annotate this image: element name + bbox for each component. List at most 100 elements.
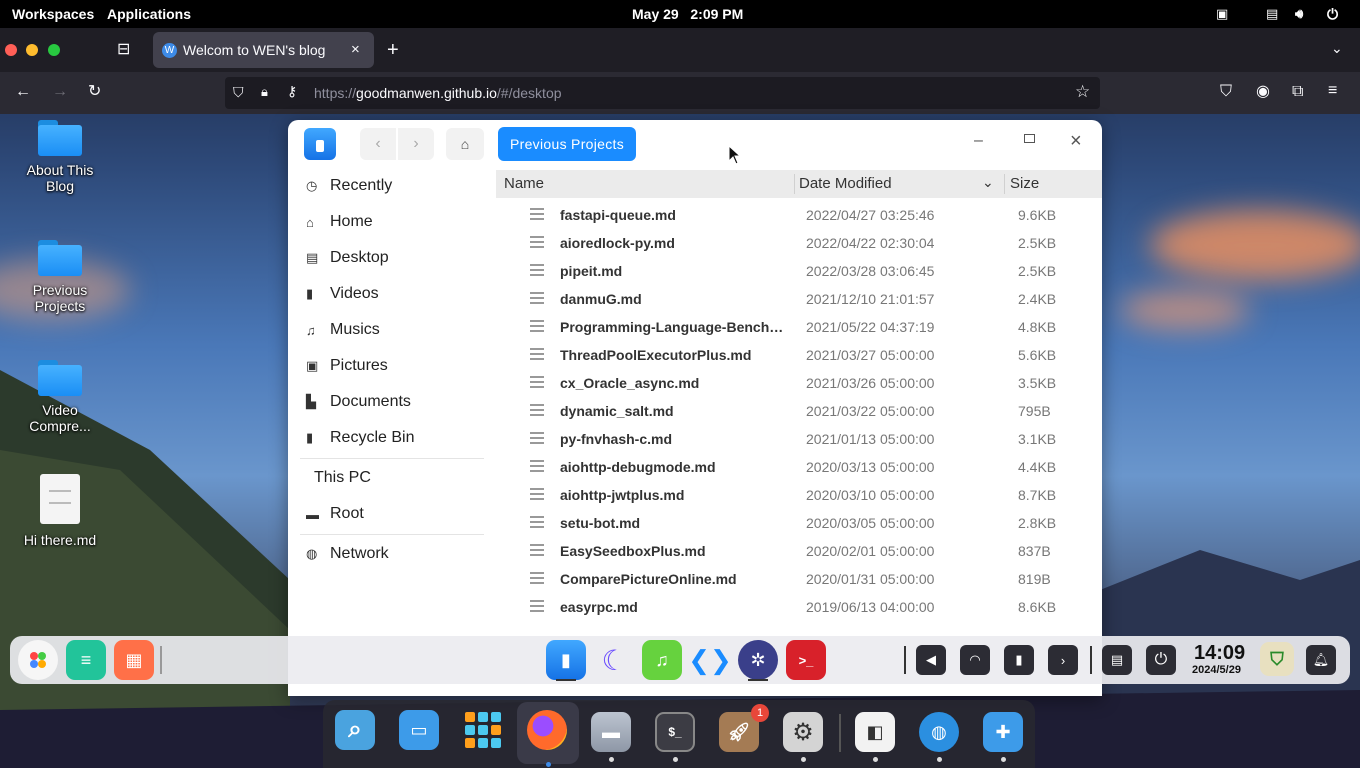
- applications-menu[interactable]: Applications: [107, 6, 191, 22]
- close-window-button[interactable]: [5, 44, 17, 56]
- column-name[interactable]: Name: [504, 175, 544, 192]
- menu-icon[interactable]: ≡: [1328, 83, 1337, 99]
- search-app-icon[interactable]: ⌕: [335, 710, 375, 750]
- file-row[interactable]: aioredlock-py.md 2022/04/22 02:30:04 2.5KB: [496, 228, 1102, 256]
- volume-icon[interactable]: 🔊︎: [1295, 6, 1303, 22]
- arc-app-icon[interactable]: ☾: [594, 640, 634, 680]
- notifications-icon[interactable]: 🔔︎: [1306, 645, 1336, 675]
- file-row[interactable]: py-fnvhash-c.md 2021/01/13 05:00:00 3.1KB: [496, 424, 1102, 452]
- pocket-icon[interactable]: ⛉: [1220, 84, 1232, 100]
- file-row[interactable]: Programming-Language-Benchm... 2021/05/22…: [496, 312, 1102, 340]
- sidebar-item-home[interactable]: ⌂ Home: [306, 210, 373, 234]
- permissions-icon[interactable]: ⚷: [287, 83, 297, 100]
- sidebar-item-musics[interactable]: ♫ Musics: [306, 318, 380, 342]
- terminal-dock-icon[interactable]: $_: [655, 712, 695, 752]
- column-date-modified[interactable]: Date Modified: [799, 175, 892, 192]
- desktop-icon-video[interactable]: Video Compre...: [15, 360, 105, 434]
- sidebar-app-icon[interactable]: ◧: [855, 712, 895, 752]
- file-manager-app-icon[interactable]: ▮: [546, 640, 586, 680]
- close-icon[interactable]: ×: [1070, 131, 1082, 151]
- file-row[interactable]: aiohttp-jwtplus.md 2020/03/10 05:00:00 8.7…: [496, 480, 1102, 508]
- file-row[interactable]: ThreadPoolExecutorPlus.md 2021/03/27 05:0…: [496, 340, 1102, 368]
- workspaces-menu[interactable]: Workspaces: [12, 6, 94, 22]
- firefox-dock-item[interactable]: [517, 702, 579, 764]
- sidebar-item-pictures[interactable]: ▣ Pictures: [306, 354, 388, 378]
- browser-tab[interactable]: W Welcom to WEN's blog ×: [153, 32, 374, 68]
- column-size[interactable]: Size: [1010, 175, 1039, 192]
- clock[interactable]: May 29 2:09 PM: [632, 6, 743, 22]
- account-icon[interactable]: ◉: [1256, 84, 1270, 100]
- file-row[interactable]: aiohttp-debugmode.md 2020/03/13 05:00:00 4…: [496, 452, 1102, 480]
- shield-icon[interactable]: ⛉: [233, 84, 244, 101]
- security-app-icon[interactable]: ⛉: [1260, 642, 1294, 676]
- file-row[interactable]: setu-bot.md 2020/03/05 05:00:00 2.8KB: [496, 508, 1102, 536]
- launcher-icon[interactable]: [18, 640, 58, 680]
- close-tab-icon[interactable]: ×: [351, 41, 360, 58]
- maximize-icon[interactable]: [1024, 134, 1035, 143]
- file-row[interactable]: cx_Oracle_async.md 2021/03/26 05:00:00 3.5…: [496, 368, 1102, 396]
- wifi-icon[interactable]: ◠: [960, 645, 990, 675]
- desktop-icon-about[interactable]: About This Blog: [15, 120, 105, 194]
- forward-icon[interactable]: →: [52, 84, 68, 100]
- url-bar[interactable]: ⛉ 🔒︎ ⚷ https://goodmanwen.github.io/#/de…: [225, 77, 1100, 109]
- file-row[interactable]: fastapi-queue.md 2022/04/27 03:25:46 9.6KB: [496, 200, 1102, 228]
- file-row[interactable]: pipeit.md 2022/03/28 03:06:45 2.5KB: [496, 256, 1102, 284]
- steering-app-icon[interactable]: ✲: [738, 640, 778, 680]
- boards-app-icon[interactable]: ▦: [114, 640, 154, 680]
- minimize-icon[interactable]: –: [974, 132, 983, 150]
- sidebar-item-this-pc[interactable]: This PC: [314, 466, 371, 490]
- clock-icon: ◷: [306, 178, 318, 193]
- sidebar-item-recycle-bin[interactable]: ▮ Recycle Bin: [306, 426, 414, 450]
- volume-icon[interactable]: ◀︎: [916, 645, 946, 675]
- back-icon[interactable]: ←: [15, 84, 31, 100]
- settings-app-icon[interactable]: ⚙: [783, 712, 823, 752]
- battery-icon[interactable]: ▮: [1004, 645, 1034, 675]
- terminal-app-icon[interactable]: >_: [786, 640, 826, 680]
- home-icon[interactable]: ⌂: [446, 128, 484, 160]
- sidebar-item-recently[interactable]: ◷ Recently: [306, 174, 392, 198]
- minimize-window-button[interactable]: [26, 44, 38, 56]
- desktop-icon-projects[interactable]: Previous Projects: [15, 240, 105, 314]
- sidebar-item-desktop[interactable]: ▤ Desktop: [306, 246, 389, 270]
- sidebar-item-documents[interactable]: ▙ Documents: [306, 390, 411, 414]
- file-row[interactable]: ComparePictureOnline.md 2020/01/31 05:00:…: [496, 564, 1102, 592]
- reload-icon[interactable]: ↻: [88, 84, 101, 100]
- notes-app-icon[interactable]: ≡: [66, 640, 106, 680]
- extensions-icon[interactable]: ⧉: [1292, 84, 1303, 100]
- sidebar-item-network[interactable]: ◍ Network: [306, 542, 389, 566]
- file-row[interactable]: easyrpc.md 2019/06/13 04:00:00 8.6KB: [496, 592, 1102, 620]
- display-icon[interactable]: ▣: [1216, 6, 1228, 22]
- taskbar-clock-time[interactable]: 14:09: [1194, 642, 1245, 665]
- files-app-icon[interactable]: ▭: [399, 710, 439, 750]
- vscode-app-icon[interactable]: ❮❯: [688, 640, 732, 680]
- file-row[interactable]: EasySeedboxPlus.md 2020/02/01 05:00:00 837…: [496, 536, 1102, 564]
- power-icon[interactable]: ⏻: [1146, 645, 1176, 675]
- sidebar-item-videos[interactable]: ▮ Videos: [306, 282, 379, 306]
- lock-icon[interactable]: 🔒︎: [261, 84, 268, 100]
- file-size: 2.5KB: [1018, 263, 1057, 279]
- maximize-window-button[interactable]: [48, 44, 60, 56]
- expand-tray-icon[interactable]: ›: [1048, 645, 1078, 675]
- file-row[interactable]: dynamic_salt.md 2021/03/22 05:00:00 795B: [496, 396, 1102, 424]
- sidebar-item-root[interactable]: ▬ Root: [306, 502, 364, 526]
- nav-back-button[interactable]: ‹: [360, 128, 396, 160]
- folder-icon: [38, 360, 82, 396]
- nav-forward-button[interactable]: ›: [398, 128, 434, 160]
- breadcrumb[interactable]: Previous Projects: [498, 127, 637, 161]
- tab-overview-icon[interactable]: ⊟: [117, 42, 130, 58]
- browser-globe-icon[interactable]: ◍: [919, 712, 959, 752]
- list-tabs-icon[interactable]: ⌄: [1331, 41, 1343, 55]
- file-name: aiohttp-debugmode.md: [560, 459, 716, 475]
- desktop-icon-hi-there[interactable]: Hi there.md: [15, 474, 105, 548]
- file-row[interactable]: danmuG.md 2021/12/10 21:01:57 2.4KB: [496, 284, 1102, 312]
- folder-app-icon[interactable]: ▬: [591, 712, 631, 752]
- power-icon[interactable]: ⏻: [1327, 6, 1338, 23]
- new-tab-icon[interactable]: +: [387, 40, 399, 60]
- music-app-icon[interactable]: ♫: [642, 640, 682, 680]
- app-grid-icon[interactable]: [463, 710, 503, 750]
- bookmark-star-icon[interactable]: ☆: [1075, 82, 1090, 102]
- keyboard-icon[interactable]: ▤: [1266, 6, 1278, 22]
- sort-chevron-icon[interactable]: ⌄: [982, 174, 994, 191]
- puzzle-app-icon[interactable]: ✚: [983, 712, 1023, 752]
- keyboard-icon[interactable]: ▤: [1102, 645, 1132, 675]
